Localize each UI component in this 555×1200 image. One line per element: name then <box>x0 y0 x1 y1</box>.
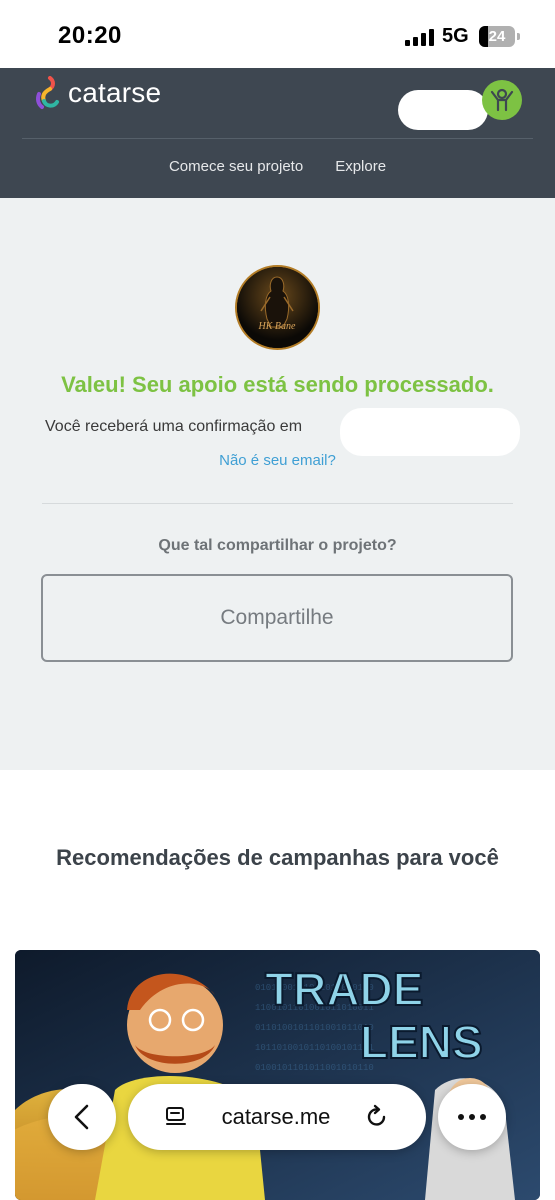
project-avatar-monogram: HK Bane <box>258 321 297 332</box>
more-icon <box>458 1114 486 1120</box>
project-avatar-image: HK Bane <box>237 267 318 348</box>
panel-divider <box>42 503 513 504</box>
success-headline: Valeu! Seu apoio está sendo processado. <box>61 372 494 397</box>
site-header: catarse Comece seu projeto Explore <box>0 68 555 198</box>
share-question: Que tal compartilhar o projeto? <box>158 537 397 554</box>
recommendations-title: Recomendações de campanhas para você <box>56 845 499 870</box>
campaign-cover-image: 0101100101011010010110 11001011010010110… <box>15 950 540 1200</box>
svg-text:0100101101011001010110: 0100101101011001010110 <box>255 1063 374 1073</box>
project-avatar: HK Bane <box>235 265 320 350</box>
url-text[interactable]: catarse.me <box>222 1104 331 1130</box>
catarse-logo-icon <box>36 76 59 109</box>
network-type: 5G <box>442 25 469 47</box>
signal-icon <box>405 29 435 46</box>
back-button[interactable] <box>48 1084 116 1150</box>
more-button[interactable] <box>438 1084 506 1150</box>
header-divider <box>22 138 533 139</box>
tabs-icon[interactable] <box>164 1105 188 1129</box>
browser-toolbar: catarse.me <box>0 1080 555 1152</box>
redacted-email <box>340 408 520 456</box>
battery-percent: 24 <box>488 28 506 45</box>
supporter-icon[interactable] <box>482 80 522 120</box>
confirmation-panel: HK Bane Valeu! Seu apoio está sendo proc… <box>0 198 555 770</box>
nav-start-project[interactable]: Comece seu projeto <box>169 158 303 175</box>
logo-text: catarse <box>68 77 162 108</box>
not-your-email-link[interactable]: Não é seu email? <box>0 452 555 469</box>
status-time: 20:20 <box>58 22 122 49</box>
address-bar[interactable]: catarse.me <box>128 1084 426 1150</box>
share-button[interactable]: Compartilhe <box>41 574 513 662</box>
chevron-left-icon <box>74 1104 89 1130</box>
redacted-username <box>398 90 488 130</box>
catarse-logo[interactable]: catarse <box>35 76 161 110</box>
status-bar: 20:20 5G 24 <box>0 0 555 68</box>
confirmation-text: Você receberá uma confirmação em <box>45 418 303 435</box>
campaign-title-line2: LENS <box>360 1016 483 1068</box>
svg-text:1011010010110100101101: 1011010010110100101101 <box>255 1043 374 1053</box>
battery-icon: 24 <box>479 26 515 47</box>
recommended-campaign-card[interactable]: 0101100101011010010110 11001011010010110… <box>15 950 540 1200</box>
reload-icon[interactable] <box>364 1104 390 1130</box>
campaign-title-line1: TRADE <box>265 963 423 1015</box>
main-nav: Comece seu projeto Explore <box>0 158 555 175</box>
svg-text:0110100101101001011010: 0110100101101001011010 <box>255 1023 374 1033</box>
nav-explore[interactable]: Explore <box>335 158 386 175</box>
